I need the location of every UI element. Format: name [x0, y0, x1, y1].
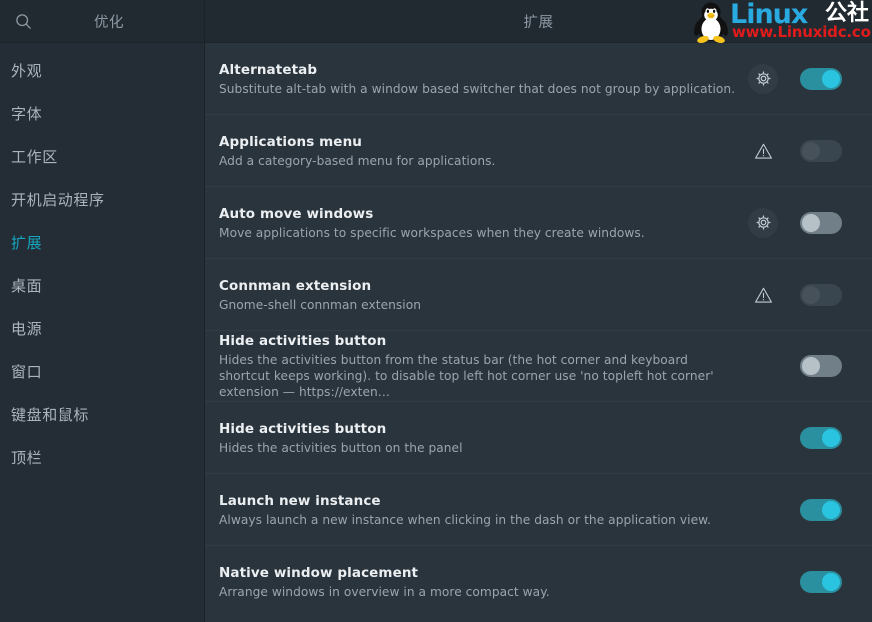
page-title: 扩展 [524, 11, 554, 32]
extension-controls [748, 280, 842, 310]
extension-row[interactable]: Auto move windows Move applications to sp… [205, 187, 872, 259]
extension-description: Always launch a new instance when clicki… [219, 512, 736, 528]
extension-name: Native window placement [219, 564, 736, 582]
sidebar-item-1[interactable]: 字体 [0, 92, 204, 135]
watermark: Linux 公社 www.Linuxidc.com [686, 0, 872, 43]
extension-controls [748, 567, 842, 597]
header-right-pane: 扩展 [205, 0, 872, 43]
extension-name: Launch new instance [219, 492, 736, 510]
sidebar-item-label: 桌面 [11, 275, 42, 296]
extension-controls [748, 351, 842, 381]
extension-toggle[interactable] [800, 212, 842, 234]
sidebar-item-2[interactable]: 工作区 [0, 135, 204, 178]
sidebar-item-label: 电源 [11, 318, 42, 339]
extension-toggle[interactable] [800, 427, 842, 449]
sidebar-item-9[interactable]: 顶栏 [0, 436, 204, 479]
extension-name: Connman extension [219, 277, 736, 295]
extension-description: Hides the activities button from the sta… [219, 352, 736, 400]
gear-icon-badge [748, 208, 778, 238]
toggle-knob [802, 142, 820, 160]
toggle-knob [802, 286, 820, 304]
extension-text: Connman extension Gnome-shell connman ext… [219, 277, 748, 313]
extension-text: Applications menu Add a category-based me… [219, 133, 748, 169]
toggle-knob [802, 357, 820, 375]
extension-name: Alternatetab [219, 61, 736, 79]
extension-controls [748, 136, 842, 166]
extension-description: Gnome-shell connman extension [219, 297, 736, 313]
body-area: 外观字体工作区开机启动程序扩展桌面电源窗口键盘和鼠标顶栏 Alternateta… [0, 43, 872, 622]
sidebar-item-5[interactable]: 桌面 [0, 264, 204, 307]
warning-icon [748, 280, 778, 310]
extension-text: Launch new instance Always launch a new i… [219, 492, 748, 528]
extension-row[interactable]: Hide activities button Hides the activiti… [205, 402, 872, 474]
tux-penguin-logo-icon [688, 1, 734, 43]
sidebar-item-0[interactable]: 外观 [0, 49, 204, 92]
extension-row[interactable]: Connman extension Gnome-shell connman ext… [205, 259, 872, 331]
extension-toggle[interactable] [800, 571, 842, 593]
extension-toggle[interactable] [800, 355, 842, 377]
extension-row[interactable]: Native window placement Arrange windows i… [205, 546, 872, 618]
toggle-knob [822, 501, 840, 519]
extension-controls [748, 64, 842, 94]
header-bar: 优化 扩展 [0, 0, 872, 43]
watermark-linux: Linux [730, 1, 807, 28]
extension-text: Alternatetab Substitute alt-tab with a wi… [219, 61, 748, 97]
extension-description: Arrange windows in overview in a more co… [219, 584, 736, 600]
gear-icon-badge [748, 64, 778, 94]
gear-icon[interactable] [748, 64, 778, 94]
toggle-knob [822, 573, 840, 591]
extensions-list[interactable]: Alternatetab Substitute alt-tab with a wi… [205, 43, 872, 622]
extension-text: Auto move windows Move applications to sp… [219, 205, 748, 241]
extension-row[interactable]: Applications menu Add a category-based me… [205, 115, 872, 187]
search-icon[interactable] [4, 0, 42, 43]
sidebar-item-label: 扩展 [11, 232, 42, 253]
toggle-knob [822, 70, 840, 88]
warning-icon [748, 136, 778, 166]
extension-row[interactable]: Launch new instance Always launch a new i… [205, 474, 872, 546]
extension-description: Substitute alt-tab with a window based s… [219, 81, 736, 97]
extension-toggle[interactable] [800, 499, 842, 521]
watermark-url: www.Linuxidc.com [732, 25, 872, 40]
sidebar: 外观字体工作区开机启动程序扩展桌面电源窗口键盘和鼠标顶栏 [0, 43, 205, 622]
sidebar-item-3[interactable]: 开机启动程序 [0, 178, 204, 221]
extension-name: Auto move windows [219, 205, 736, 223]
toggle-knob [802, 214, 820, 232]
extension-controls [748, 495, 842, 525]
sidebar-item-label: 外观 [11, 60, 42, 81]
sidebar-item-4[interactable]: 扩展 [0, 221, 204, 264]
app-title: 优化 [42, 11, 204, 32]
extension-name: Hide activities button [219, 420, 736, 438]
extension-text: Hide activities button Hides the activiti… [219, 332, 748, 400]
sidebar-item-label: 窗口 [11, 361, 42, 382]
toggle-knob [822, 429, 840, 447]
extension-text: Hide activities button Hides the activiti… [219, 420, 748, 456]
watermark-text: Linux 公社 www.Linuxidc.com [730, 0, 872, 43]
sidebar-item-8[interactable]: 键盘和鼠标 [0, 393, 204, 436]
gnome-tweaks-window: 优化 扩展 [0, 0, 872, 622]
header-left-pane: 优化 [0, 0, 205, 43]
extension-row[interactable]: Alternatetab Substitute alt-tab with a wi… [205, 43, 872, 115]
sidebar-item-label: 键盘和鼠标 [11, 404, 89, 425]
extension-controls [748, 208, 842, 238]
extension-controls [748, 423, 842, 453]
gear-icon[interactable] [748, 208, 778, 238]
extension-toggle [800, 284, 842, 306]
extension-description: Add a category-based menu for applicatio… [219, 153, 736, 169]
watermark-gongshe: 公社 [825, 3, 869, 25]
extension-description: Hides the activities button on the panel [219, 440, 736, 456]
sidebar-item-label: 开机启动程序 [11, 189, 105, 210]
sidebar-item-label: 工作区 [11, 146, 58, 167]
extension-toggle[interactable] [800, 68, 842, 90]
extension-toggle [800, 140, 842, 162]
extension-text: Native window placement Arrange windows i… [219, 564, 748, 600]
sidebar-item-label: 顶栏 [11, 447, 42, 468]
extension-row[interactable]: Hide activities button Hides the activiti… [205, 331, 872, 402]
extension-name: Applications menu [219, 133, 736, 151]
extension-name: Hide activities button [219, 332, 736, 350]
sidebar-item-label: 字体 [11, 103, 42, 124]
extension-description: Move applications to specific workspaces… [219, 225, 736, 241]
sidebar-item-7[interactable]: 窗口 [0, 350, 204, 393]
sidebar-item-6[interactable]: 电源 [0, 307, 204, 350]
